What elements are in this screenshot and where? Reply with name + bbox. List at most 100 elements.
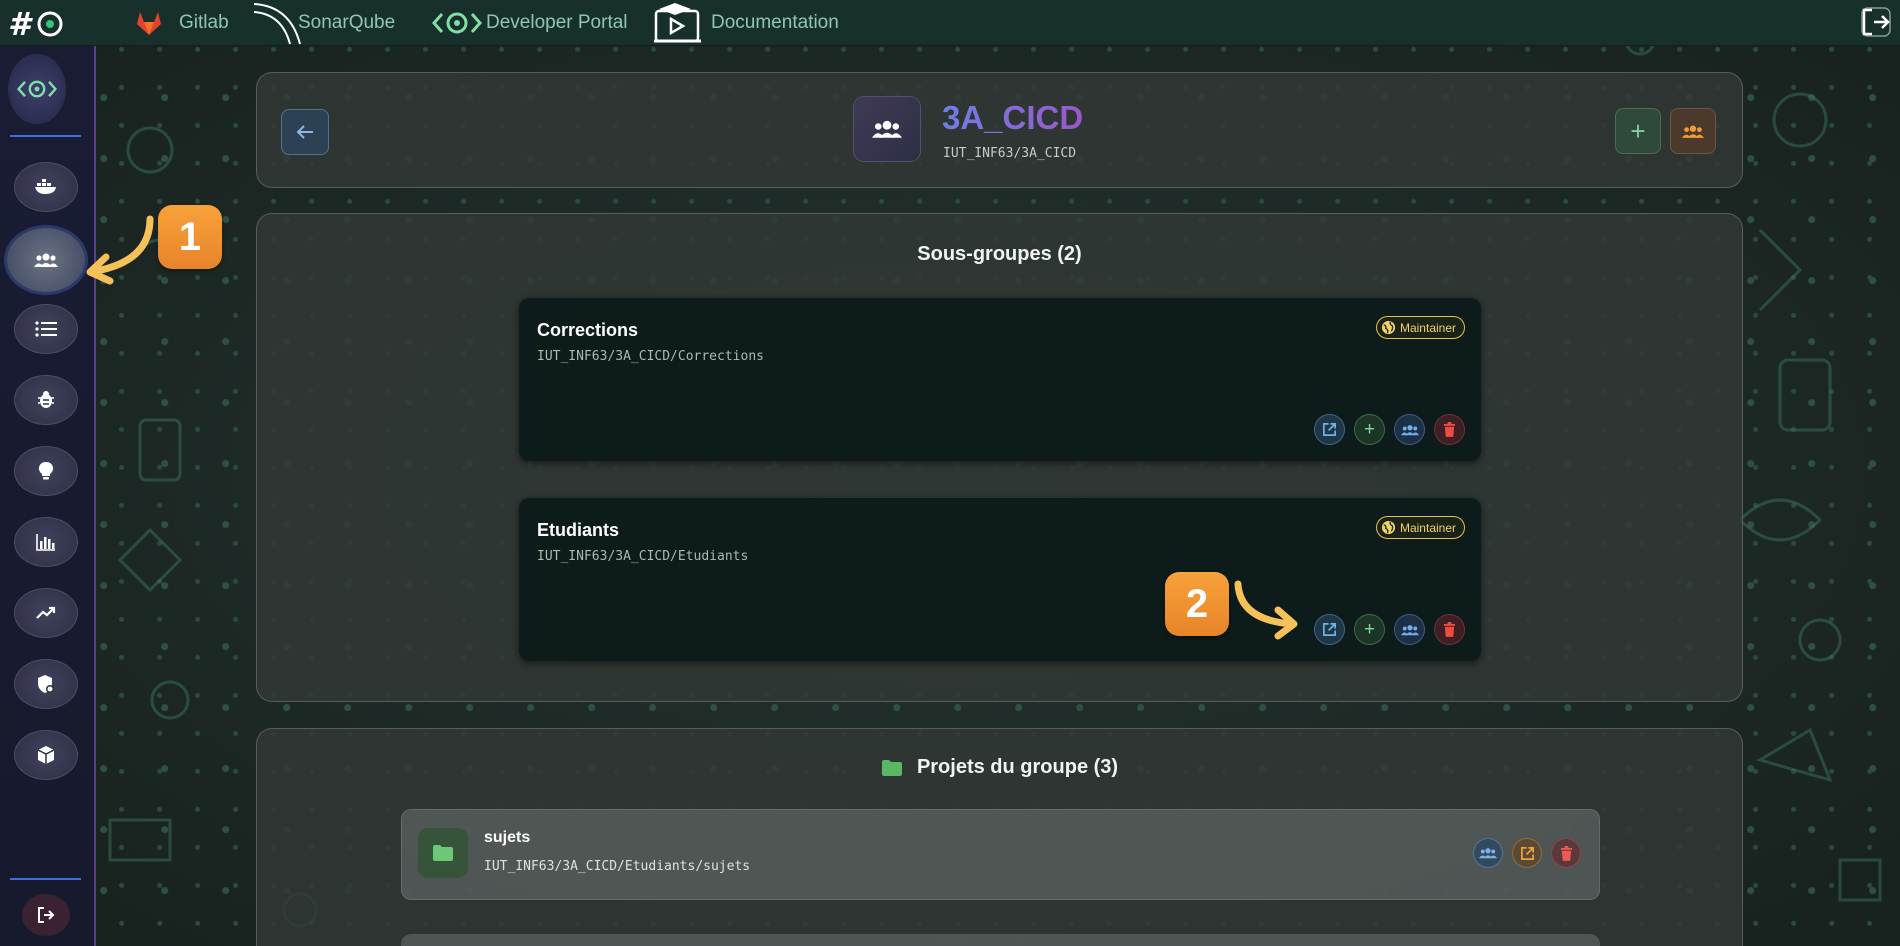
sidebar-item-list[interactable] [14,304,78,354]
sonarqube-label: SonarQube [298,12,396,33]
trash-icon [1443,622,1456,637]
sidebar-item-security[interactable] [14,659,78,709]
card-actions: + [1314,614,1465,645]
sidebar-logout-button[interactable] [22,894,70,936]
lightbulb-icon [38,461,54,480]
members-button[interactable] [1394,414,1425,445]
groups-icon [872,120,902,138]
sidebar-item-trends[interactable] [14,588,78,638]
groups-icon [1682,125,1704,138]
documentation-icon [654,3,701,43]
annotation-arrow [1234,580,1298,640]
folder-icon [881,759,902,776]
subgroup-card[interactable]: Etudiants IUT_INF63/3A_CICD/Etudiants Ma… [519,498,1481,661]
plus-icon: + [1630,115,1646,146]
documentation-label: Documentation [711,12,839,33]
project-row[interactable]: sujets IUT_INF63/3A_CICD/Etudiants/sujet… [401,809,1600,900]
sidebar-logo[interactable] [10,56,64,122]
groups-icon [1400,624,1419,635]
subgroup-path: IUT_INF63/3A_CICD/Corrections [537,349,764,364]
sidebar-item-statistics[interactable] [14,517,78,567]
trend-icon [36,606,56,619]
globe-icon [1381,520,1396,535]
groups-icon [1400,424,1419,435]
group-avatar [854,97,920,161]
svg-text:#: # [8,5,33,42]
shield-icon [38,675,54,693]
delete-button[interactable] [1434,614,1465,645]
plus-icon: + [1363,418,1376,440]
role-label: Maintainer [1399,520,1456,535]
groups-icon [34,253,58,267]
project-members-button[interactable] [1473,838,1503,868]
gitlab-link[interactable]: Gitlab [135,0,229,46]
sidebar-divider-bottom [10,878,81,880]
project-delete-button[interactable] [1551,838,1581,868]
projects-header: Projets du groupe (3) [257,756,1742,779]
developer-portal-link[interactable]: Developer Portal [432,0,628,46]
docker-icon [35,179,56,194]
role-badge: Maintainer [1375,516,1465,539]
project-name: sujets [484,829,531,846]
sidebar [0,46,96,946]
subgroups-title: Sous-groupes (2) [917,243,1082,265]
cube-icon [37,746,55,764]
bar-chart-icon [36,534,55,551]
page-title: 3A_CICD [942,99,1084,136]
sidebar-item-ideas[interactable] [14,446,78,496]
open-external-button[interactable] [1314,614,1345,645]
developer-portal-icon [17,80,57,98]
documentation-link[interactable]: Documentation [653,0,839,46]
step-marker-2: 2 [1165,572,1229,636]
folder-icon [433,845,453,861]
back-button[interactable] [281,109,329,155]
open-external-button[interactable] [1314,414,1345,445]
add-button[interactable]: + [1615,108,1661,154]
projects-section: Projets du groupe (3) sujets IUT_INF63/3… [256,728,1743,946]
trash-icon [1560,845,1572,861]
subgroup-name: Etudiants [537,520,620,540]
gitlab-icon [137,12,161,35]
bug-icon [38,391,54,408]
group-path: IUT_INF63/3A_CICD [943,146,1077,161]
sidebar-item-groups[interactable] [7,228,85,292]
card-actions: + [1314,414,1465,445]
developer-portal-label: Developer Portal [486,12,628,33]
sidebar-item-docker[interactable] [14,162,78,212]
app-logo-icon[interactable]: # [8,4,66,42]
external-link-icon [1323,623,1336,636]
external-link-icon [1323,423,1336,436]
list-icon [35,321,57,337]
group-header: 3A_CICD IUT_INF63/3A_CICD + [256,72,1743,188]
groups-icon [1479,848,1497,859]
subgroup-path: IUT_INF63/3A_CICD/Etudiants [537,549,749,564]
projects-title: Projets du groupe (3) [916,756,1119,778]
developer-portal-icon [432,12,482,34]
sidebar-divider [10,135,81,137]
project-open-button[interactable] [1512,838,1542,868]
sidebar-item-issues[interactable] [14,375,78,425]
members-button[interactable] [1670,108,1716,154]
role-label: Maintainer [1399,320,1456,335]
project-row[interactable] [401,934,1600,946]
add-subgroup-button[interactable]: + [1354,414,1385,445]
role-badge: Maintainer [1375,316,1465,339]
sonarqube-link[interactable]: SonarQube [252,0,395,46]
subgroups-section: Sous-groupes (2) Corrections IUT_INF63/3… [256,213,1743,702]
annotation-arrow [86,215,154,285]
members-button[interactable] [1394,614,1425,645]
globe-icon [1381,320,1396,335]
add-subgroup-button[interactable]: + [1354,614,1385,645]
top-navbar: # Gitlab SonarQube Developer Portal Docu… [0,0,1900,46]
external-link-icon [1520,846,1534,860]
subgroup-card[interactable]: Corrections IUT_INF63/3A_CICD/Correction… [519,298,1481,461]
subgroup-name: Corrections [537,320,639,340]
sidebar-item-packages[interactable] [14,730,78,780]
gitlab-label: Gitlab [179,12,229,33]
arrow-left-icon [296,125,313,139]
delete-button[interactable] [1434,414,1465,445]
logout-icon[interactable] [1860,6,1892,38]
project-path: IUT_INF63/3A_CICD/Etudiants/sujets [484,859,751,874]
trash-icon [1443,422,1456,437]
logout-icon [38,907,55,923]
